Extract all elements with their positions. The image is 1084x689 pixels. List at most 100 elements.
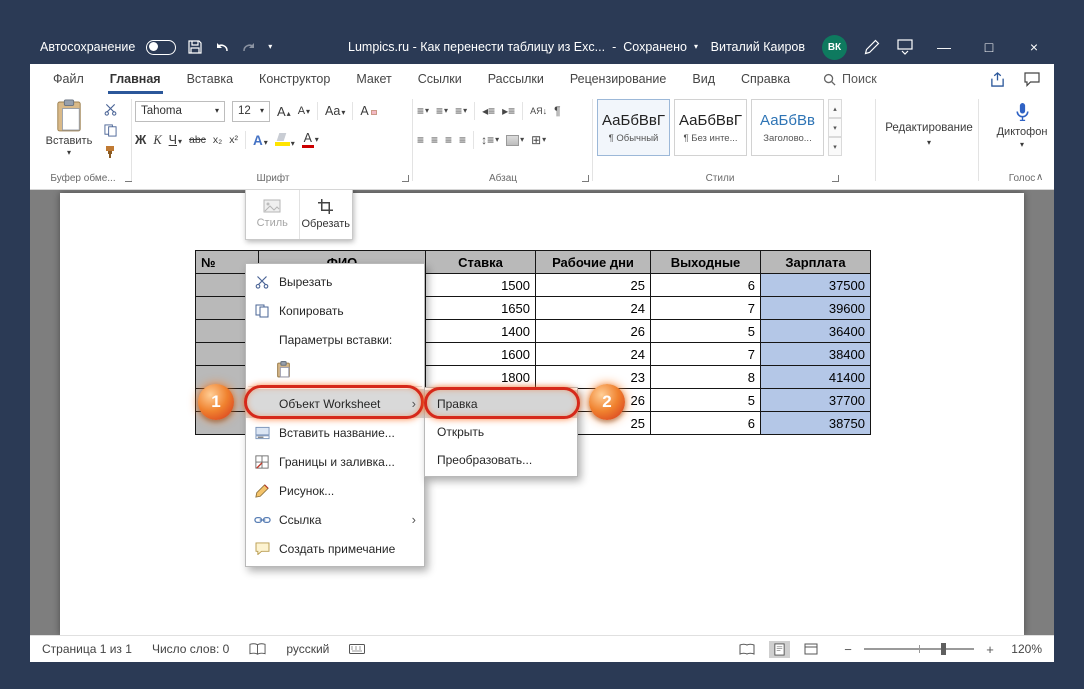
shading-button[interactable]: ▾ — [506, 135, 524, 146]
cut-button[interactable] — [104, 103, 117, 116]
zoom-in-button[interactable]: + — [984, 642, 996, 657]
tab-help[interactable]: Справка — [728, 64, 803, 94]
menu-item-worksheet-object[interactable]: Объект Worksheet › — [246, 389, 424, 418]
grow-font-button[interactable]: А▴ — [277, 104, 291, 119]
style-no-spacing[interactable]: АаБбВвГ ¶ Без инте... — [674, 99, 747, 156]
table-cell[interactable]: 7 — [651, 297, 761, 320]
tab-references[interactable]: Ссылки — [405, 64, 475, 94]
table-cell[interactable]: 7 — [651, 343, 761, 366]
saved-chevron-icon[interactable]: ▾ — [694, 43, 698, 51]
align-right-button[interactable]: ≡ — [445, 133, 452, 147]
tab-home[interactable]: Главная — [97, 64, 174, 94]
zoom-level[interactable]: 120% — [1006, 642, 1042, 656]
dictate-button[interactable]: Диктофон ▾ — [982, 99, 1062, 149]
menu-item-link[interactable]: Ссылка › — [246, 505, 424, 534]
ribbon-display-options-icon[interactable] — [897, 39, 913, 55]
line-spacing-button[interactable]: ↕≡▾ — [481, 133, 499, 147]
table-cell[interactable]: 1500 — [426, 274, 536, 297]
numbering-button[interactable]: ≡▾ — [436, 104, 448, 118]
tab-mailings[interactable]: Рассылки — [475, 64, 557, 94]
editing-dropdown[interactable]: Редактирование ▾ — [882, 99, 976, 169]
strikethrough-button[interactable]: abc — [189, 134, 206, 146]
redo-button[interactable] — [241, 40, 257, 55]
tab-file[interactable]: Файл — [40, 64, 97, 94]
tab-layout[interactable]: Макет — [343, 64, 404, 94]
highlight-color-button[interactable]: ▾ — [275, 133, 295, 148]
menu-item-insert-caption[interactable]: Вставить название... — [246, 418, 424, 447]
bullets-button[interactable]: ≡▾ — [417, 104, 429, 118]
clear-formatting-button[interactable]: А — [360, 104, 376, 118]
table-cell[interactable]: 5 — [651, 320, 761, 343]
italic-button[interactable]: К — [153, 133, 161, 148]
superscript-button[interactable]: x² — [229, 134, 238, 146]
copy-button[interactable] — [104, 124, 117, 137]
submenu-item-edit[interactable]: Правка — [425, 390, 577, 418]
paragraph-dialog-launcher[interactable] — [582, 175, 589, 182]
header-cell[interactable]: Зарплата — [761, 251, 871, 274]
avatar[interactable]: ВК — [822, 35, 847, 60]
table-cell[interactable]: 6 — [651, 274, 761, 297]
format-painter-button[interactable] — [104, 145, 116, 159]
menu-item-copy[interactable]: Копировать — [246, 296, 424, 325]
undo-button[interactable] — [214, 40, 230, 55]
multilevel-list-button[interactable]: ≡▾ — [455, 104, 467, 118]
table-cell[interactable]: 1600 — [426, 343, 536, 366]
proofing-icon[interactable] — [249, 643, 266, 655]
menu-item-picture[interactable]: Рисунок... — [246, 476, 424, 505]
menu-item-new-comment[interactable]: Создать примечание — [246, 534, 424, 563]
increase-indent-button[interactable]: ▸≡ — [502, 104, 515, 118]
tab-insert[interactable]: Вставка — [174, 64, 246, 94]
styles-dialog-launcher[interactable] — [832, 175, 839, 182]
font-size-select[interactable]: 12 ▾ — [232, 101, 270, 122]
saved-status[interactable]: Сохранено — [623, 40, 687, 54]
share-icon[interactable] — [989, 72, 1006, 87]
print-layout-button[interactable] — [769, 641, 790, 658]
table-cell[interactable]: 41400 — [761, 366, 871, 389]
table-cell[interactable]: 25 — [536, 274, 651, 297]
table-cell[interactable]: 26 — [536, 320, 651, 343]
tab-review[interactable]: Рецензирование — [557, 64, 680, 94]
borders-button[interactable]: ⊞▾ — [531, 133, 546, 147]
table-cell[interactable]: 8 — [651, 366, 761, 389]
maximize-button[interactable]: □ — [975, 30, 1003, 64]
language-indicator[interactable]: русский — [286, 642, 329, 656]
word-count[interactable]: Число слов: 0 — [152, 642, 229, 656]
header-cell[interactable]: Выходные — [651, 251, 761, 274]
zoom-slider-thumb[interactable] — [941, 643, 946, 655]
search-box[interactable]: Поиск — [823, 72, 877, 86]
submenu-item-open[interactable]: Открыть — [425, 418, 577, 446]
submenu-item-convert[interactable]: Преобразовать... — [425, 446, 577, 474]
change-case-button[interactable]: Aa▾ — [325, 104, 345, 118]
table-cell[interactable]: 37500 — [761, 274, 871, 297]
paste-button[interactable]: Вставить ▾ — [44, 99, 94, 169]
table-cell[interactable]: 1800 — [426, 366, 536, 389]
subscript-button[interactable]: x₂ — [213, 134, 222, 146]
zoom-slider[interactable] — [864, 648, 974, 650]
menu-item-cut[interactable]: Вырезать — [246, 267, 424, 296]
styles-more-button[interactable]: ▾ — [828, 137, 842, 156]
header-cell[interactable]: Ставка — [426, 251, 536, 274]
table-cell[interactable]: 1400 — [426, 320, 536, 343]
table-cell[interactable]: 24 — [536, 343, 651, 366]
close-button[interactable]: × — [1020, 30, 1048, 64]
styles-scroll-down[interactable]: ▾ — [828, 118, 842, 137]
crop-button[interactable]: Обрезать — [299, 190, 353, 239]
bold-button[interactable]: Ж — [135, 133, 146, 147]
autosave-toggle[interactable] — [146, 40, 176, 55]
web-layout-button[interactable] — [800, 641, 822, 657]
styles-scroll-up[interactable]: ▴ — [828, 99, 842, 118]
decrease-indent-button[interactable]: ◂≡ — [482, 104, 495, 118]
table-cell[interactable]: 38750 — [761, 412, 871, 435]
style-normal[interactable]: АаБбВвГ ¶ Обычный — [597, 99, 670, 156]
shrink-font-button[interactable]: А▾ — [298, 105, 310, 117]
quick-access-chevron-icon[interactable]: ▾ — [268, 43, 272, 51]
text-effects-button[interactable]: А▾ — [253, 133, 268, 148]
underline-button[interactable]: Ч▾ — [169, 133, 182, 147]
justify-button[interactable]: ≡ — [459, 133, 466, 147]
align-left-button[interactable]: ≡ — [417, 133, 424, 147]
show-marks-button[interactable]: ¶ — [554, 104, 560, 118]
style-button-disabled[interactable]: Стиль — [246, 190, 299, 239]
table-cell[interactable]: 5 — [651, 389, 761, 412]
table-cell[interactable]: 23 — [536, 366, 651, 389]
ink-pen-icon[interactable] — [864, 39, 880, 55]
